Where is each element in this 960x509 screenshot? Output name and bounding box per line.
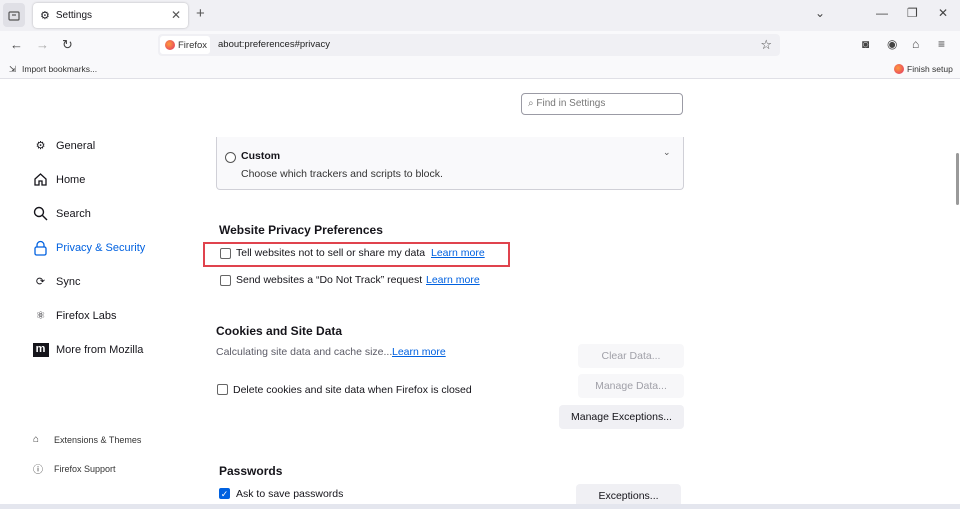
import-bookmarks-icon: ⇲: [9, 64, 17, 74]
identity-box[interactable]: Firefox: [160, 36, 210, 54]
custom-label: Custom: [241, 150, 281, 162]
gear-icon: ⚙: [40, 10, 50, 22]
lock-icon: [32, 239, 49, 256]
sidebar-firefox-support[interactable]: ⓘ Firefox Support: [33, 461, 116, 477]
mozilla-icon: m: [32, 341, 49, 358]
search-icon: [32, 205, 49, 222]
sidebar-item-general[interactable]: ⚙ General: [32, 137, 96, 154]
sidebar-item-label: Privacy & Security: [56, 241, 146, 254]
address-bar[interactable]: Firefox about:preferences#privacy ☆: [158, 34, 780, 56]
custom-radio[interactable]: [225, 152, 236, 163]
home-icon: [32, 171, 49, 188]
bottom-edge: [0, 504, 960, 509]
chevron-down-icon[interactable]: ⌄: [663, 147, 671, 158]
extensions-icon[interactable]: ⌂: [912, 37, 919, 51]
custom-tracking-card[interactable]: Custom Choose which trackers and scripts…: [216, 137, 684, 190]
close-window-button[interactable]: ✕: [938, 6, 948, 20]
dnt-label: Send websites a “Do Not Track” request: [236, 274, 423, 286]
tab-overview-button[interactable]: [3, 3, 25, 27]
sidebar-item-privacy-security[interactable]: Privacy & Security: [32, 239, 145, 256]
reload-button[interactable]: ↻: [62, 37, 73, 53]
restore-button[interactable]: ❐: [907, 6, 918, 20]
firefox-logo-icon: [894, 64, 904, 74]
gpc-checkbox[interactable]: [220, 248, 231, 259]
finish-setup-link[interactable]: Finish setup: [907, 64, 953, 74]
passwords-heading: Passwords: [219, 464, 283, 478]
new-tab-button[interactable]: +: [196, 5, 205, 22]
cookies-learn-more-link[interactable]: Learn more: [392, 346, 446, 358]
search-placeholder: Find in Settings: [536, 98, 606, 109]
sidebar-extensions-themes[interactable]: ⌂ Extensions & Themes: [33, 434, 141, 445]
ask-to-save-checkbox[interactable]: ✓: [219, 488, 230, 499]
tab-title: Settings: [55, 10, 93, 21]
ask-to-save-label: Ask to save passwords: [236, 488, 344, 500]
sync-icon: ⟳: [35, 276, 46, 288]
forward-button[interactable]: →: [36, 37, 49, 52]
settings-page: ⌕ Find in Settings ⚙ General Home Search…: [0, 80, 960, 509]
gear-icon: ⚙: [35, 140, 46, 152]
tab-strip: ⚙ Settings ✕ + ⌄ — ❐ ✕: [0, 0, 960, 31]
bookmarks-bar: ⇲ Import bookmarks... Finish setup: [0, 59, 960, 79]
sidebar-item-search[interactable]: Search: [32, 205, 91, 222]
cookies-status: Calculating site data and cache size...: [216, 346, 393, 358]
sidebar-item-more-from-mozilla[interactable]: m More from Mozilla: [32, 341, 143, 358]
privacy-prefs-heading: Website Privacy Preferences: [219, 223, 383, 237]
sidebar-footer-label: Extensions & Themes: [54, 434, 142, 445]
minimize-button[interactable]: —: [876, 6, 888, 20]
sidebar-item-label: Sync: [56, 275, 81, 288]
account-icon[interactable]: ◉: [887, 37, 897, 51]
tab-settings[interactable]: ⚙ Settings ✕: [33, 3, 188, 28]
menu-icon[interactable]: ≡: [938, 37, 945, 51]
close-tab-icon[interactable]: ✕: [171, 8, 181, 22]
cookies-heading: Cookies and Site Data: [216, 324, 343, 338]
scrollbar-thumb[interactable]: [956, 153, 959, 205]
gpc-learn-more-link[interactable]: Learn more: [431, 247, 485, 259]
sidebar-item-label: Firefox Labs: [56, 309, 117, 322]
sidebar-footer-label: Firefox Support: [54, 463, 116, 474]
tab-overview-icon: [8, 10, 20, 21]
sidebar-item-label: Search: [56, 207, 91, 220]
dnt-checkbox[interactable]: [220, 275, 231, 286]
custom-description: Choose which trackers and scripts to blo…: [241, 168, 443, 180]
manage-exceptions-button[interactable]: Manage Exceptions...: [559, 405, 684, 429]
url-text[interactable]: about:preferences#privacy: [218, 39, 330, 50]
delete-on-close-label: Delete cookies and site data when Firefo…: [233, 384, 472, 396]
back-button[interactable]: ←: [10, 37, 23, 52]
list-tabs-chevron-icon[interactable]: ⌄: [815, 6, 825, 20]
find-in-settings-input[interactable]: ⌕ Find in Settings: [521, 93, 683, 115]
sidebar-item-label: General: [56, 139, 96, 152]
labs-icon: ⚛: [35, 310, 46, 322]
firefox-logo-icon: [165, 40, 175, 50]
gpc-label: Tell websites not to sell or share my da…: [236, 247, 426, 259]
dnt-learn-more-link[interactable]: Learn more: [426, 274, 480, 286]
sidebar-item-home[interactable]: Home: [32, 171, 85, 188]
extensions-icon: ⌂: [33, 434, 40, 445]
clear-data-button[interactable]: Clear Data...: [578, 344, 684, 368]
sidebar-item-sync[interactable]: ⟳ Sync: [32, 273, 81, 290]
import-bookmarks-link[interactable]: Import bookmarks...: [22, 64, 97, 74]
bookmark-star-icon[interactable]: ☆: [760, 37, 772, 53]
search-icon: ⌕: [528, 98, 534, 109]
sidebar-item-label: Home: [56, 173, 86, 186]
sidebar-item-firefox-labs[interactable]: ⚛ Firefox Labs: [32, 307, 117, 324]
delete-on-close-checkbox[interactable]: [217, 384, 228, 395]
navigation-bar: ← → ↻ Firefox about:preferences#privacy …: [0, 31, 960, 59]
manage-data-button[interactable]: Manage Data...: [578, 374, 684, 398]
sidebar-item-label: More from Mozilla: [56, 343, 144, 356]
identity-label: Firefox: [178, 39, 208, 51]
pocket-icon[interactable]: ◙: [862, 37, 869, 51]
help-icon: ⓘ: [33, 465, 43, 476]
